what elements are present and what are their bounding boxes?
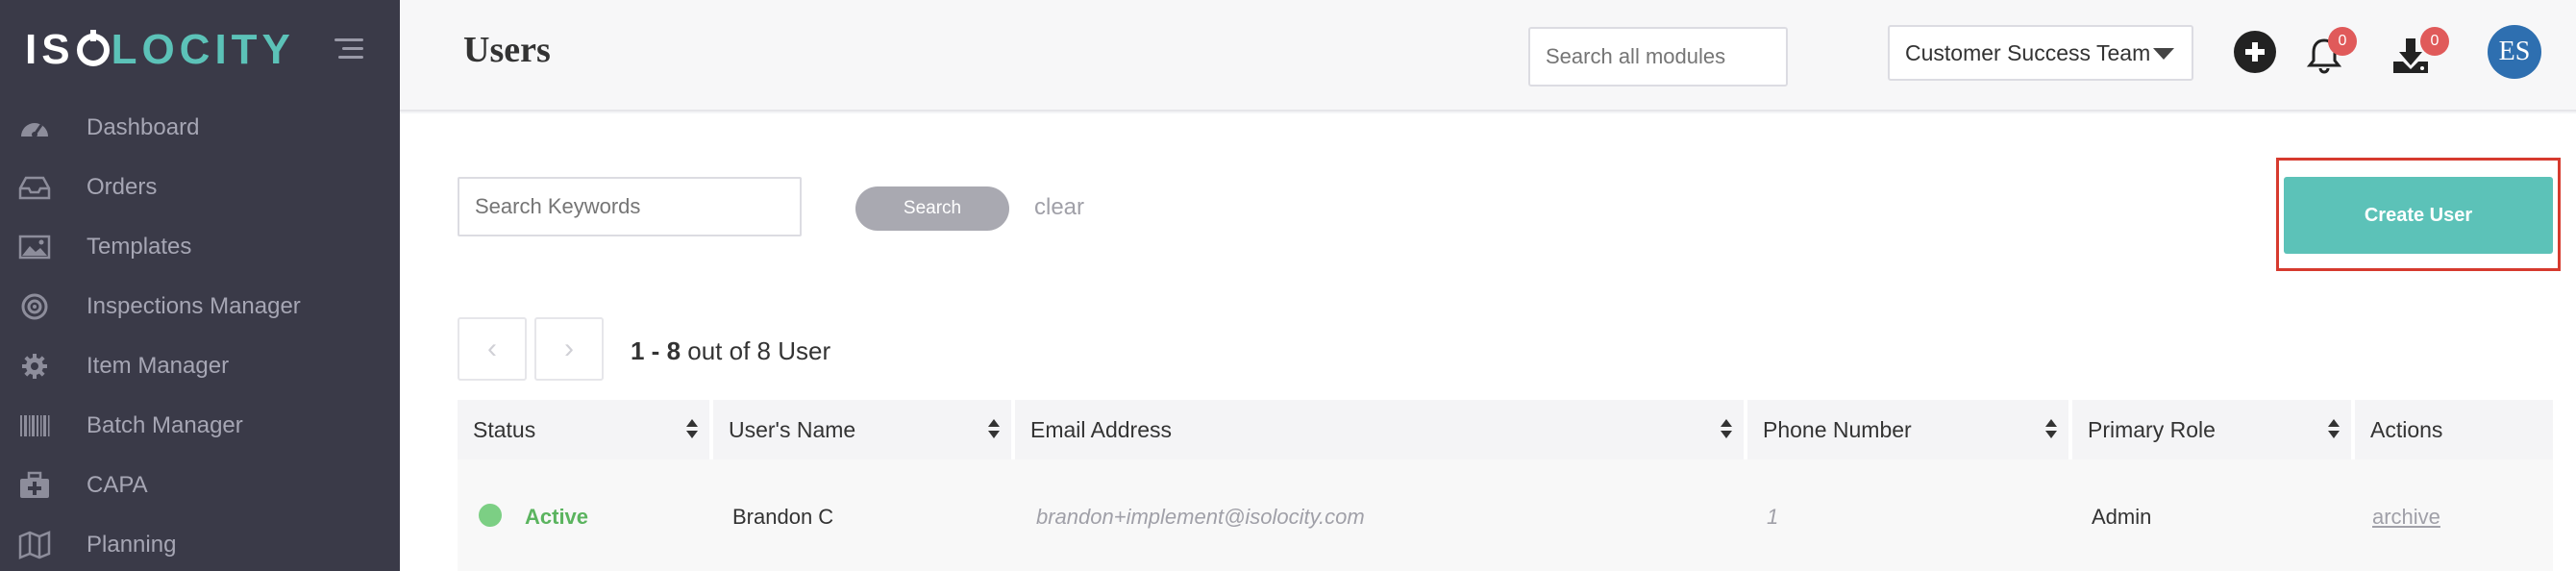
- sidebar-item-label: Orders: [87, 174, 158, 200]
- cell-phone: 1: [1767, 505, 1779, 529]
- archive-link[interactable]: archive: [2372, 505, 2440, 530]
- sidebar-item-templates[interactable]: Templates: [0, 219, 400, 275]
- sort-icon: [2328, 419, 2340, 440]
- cell-email: brandon+implement@isolocity.com: [1036, 505, 1365, 529]
- column-header-phone[interactable]: Phone Number: [1747, 400, 2068, 459]
- sidebar: IS LOCITY Dashboard Orders Templates Ins…: [0, 0, 400, 571]
- app-root: IS LOCITY Dashboard Orders Templates Ins…: [0, 0, 2576, 571]
- sort-icon: [1721, 419, 1732, 440]
- module-search-input[interactable]: [1528, 27, 1788, 87]
- cell-status: Active: [525, 505, 589, 529]
- sidebar-item-orders[interactable]: Orders: [0, 160, 400, 215]
- sidebar-item-item-manager[interactable]: Item Manager: [0, 338, 400, 394]
- target-icon: [17, 291, 52, 322]
- top-header: Users Customer Success Team 0 0 ES: [400, 0, 2576, 112]
- sidebar-toggle-icon[interactable]: [334, 38, 363, 60]
- logo-text-left: IS: [25, 26, 75, 73]
- page-title: Users: [463, 30, 551, 70]
- column-header-actions: Actions: [2355, 400, 2553, 459]
- sidebar-item-label: Inspections Manager: [87, 293, 301, 319]
- inbox-tray-icon: [17, 172, 52, 203]
- logo-text-right: LOCITY: [111, 26, 295, 73]
- image-template-icon: [17, 232, 52, 262]
- pagination-suffix: out of 8 User: [687, 336, 831, 365]
- gear-icon: [17, 351, 52, 382]
- dashboard-gauge-icon: [17, 112, 52, 143]
- cell-role: Admin: [2092, 505, 2152, 529]
- cell-name: Brandon C: [732, 505, 834, 529]
- app-logo[interactable]: IS LOCITY: [25, 25, 295, 75]
- create-user-button[interactable]: Create User: [2284, 177, 2553, 254]
- pagination-info: 1 - 8 out of 8 User: [631, 336, 830, 366]
- search-button[interactable]: Search: [855, 186, 1009, 231]
- sidebar-item-label: CAPA: [87, 472, 148, 498]
- sidebar-item-planning[interactable]: Planning: [0, 517, 400, 571]
- sort-icon: [2045, 419, 2057, 440]
- downloads-button[interactable]: 0: [2390, 27, 2451, 79]
- column-label: Email Address: [1030, 416, 1173, 442]
- sidebar-item-label: Item Manager: [87, 353, 230, 379]
- team-selector[interactable]: Customer Success Team: [1888, 25, 2193, 81]
- main-content: Search clear Create User ‹ › 1 - 8 out o…: [400, 113, 2576, 571]
- column-label: Phone Number: [1763, 416, 1912, 442]
- notifications-badge: 0: [2328, 27, 2357, 56]
- column-header-email[interactable]: Email Address: [1015, 400, 1744, 459]
- sort-icon: [988, 419, 1000, 440]
- notifications-button[interactable]: 0: [2301, 27, 2359, 79]
- sidebar-item-inspections-manager[interactable]: Inspections Manager: [0, 279, 400, 335]
- sidebar-item-label: Planning: [87, 532, 177, 558]
- keyword-search-input[interactable]: [458, 177, 802, 236]
- add-new-button[interactable]: [2234, 31, 2276, 73]
- pagination-range: 1 - 8: [631, 336, 681, 365]
- barcode-icon: [17, 410, 52, 441]
- column-label: User's Name: [729, 416, 856, 442]
- sidebar-item-batch-manager[interactable]: Batch Manager: [0, 398, 400, 454]
- sidebar-item-label: Batch Manager: [87, 412, 243, 438]
- team-selector-value: Customer Success Team: [1905, 39, 2151, 65]
- sidebar-item-label: Templates: [87, 234, 192, 260]
- cell-actions: archive: [2372, 459, 2440, 571]
- column-header-status[interactable]: Status: [458, 400, 709, 459]
- sidebar-item-label: Dashboard: [87, 114, 200, 140]
- column-label: Status: [473, 416, 536, 442]
- medkit-icon: [17, 470, 52, 501]
- chevron-right-icon: ›: [564, 333, 574, 364]
- column-header-role[interactable]: Primary Role: [2072, 400, 2351, 459]
- clear-link[interactable]: clear: [1034, 194, 1084, 221]
- map-icon: [17, 530, 52, 560]
- pagination-prev-button[interactable]: ‹: [458, 317, 527, 381]
- sort-icon: [686, 419, 698, 440]
- table-row[interactable]: Active Brandon C brandon+implement@isolo…: [458, 459, 2553, 571]
- table-header: Status User's Name Email Address Phone N…: [458, 400, 2553, 459]
- downloads-badge: 0: [2420, 27, 2449, 56]
- sidebar-item-dashboard[interactable]: Dashboard: [0, 100, 400, 156]
- column-label: Primary Role: [2088, 416, 2216, 442]
- column-header-name[interactable]: User's Name: [713, 400, 1011, 459]
- chevron-left-icon: ‹: [487, 333, 497, 364]
- sidebar-item-capa[interactable]: CAPA: [0, 458, 400, 513]
- column-label: Actions: [2370, 416, 2443, 442]
- user-avatar[interactable]: ES: [2488, 25, 2541, 79]
- caret-down-icon: [2153, 48, 2174, 60]
- status-indicator-icon: [479, 504, 502, 527]
- pagination-next-button[interactable]: ›: [534, 317, 604, 381]
- logo-timer-icon: [76, 30, 110, 66]
